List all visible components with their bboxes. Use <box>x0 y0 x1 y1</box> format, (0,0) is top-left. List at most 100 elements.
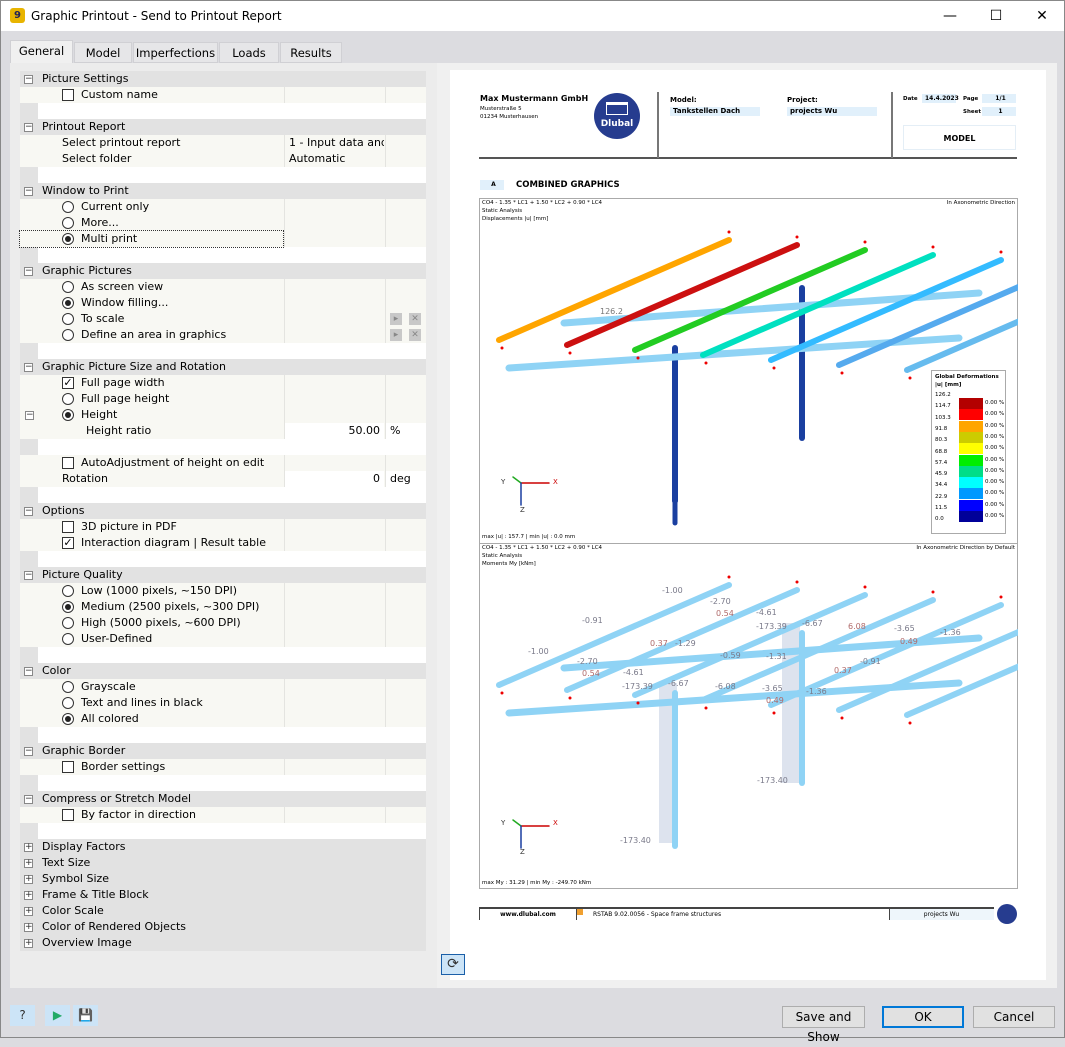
collapse-icon[interactable]: − <box>24 795 33 804</box>
ok-button[interactable]: OK <box>882 1006 964 1028</box>
item-value[interactable]: 50.00 <box>284 423 384 439</box>
collapse-icon[interactable]: − <box>24 187 33 196</box>
collapse-icon[interactable]: − <box>24 75 33 84</box>
tree-group-header[interactable]: − Compress or Stretch Model <box>20 791 426 807</box>
tree-item[interactable]: To scale ▸ ✕ <box>20 311 426 327</box>
tree-item[interactable]: User-Defined <box>20 631 426 647</box>
tree-item[interactable]: More... <box>20 215 426 231</box>
tree-group-header[interactable]: + Color of Rendered Objects <box>20 919 426 935</box>
tree-group-header[interactable]: + Display Factors <box>20 839 426 855</box>
expand-icon[interactable]: + <box>24 859 33 868</box>
tab-general[interactable]: General <box>10 40 73 64</box>
tree-group-header[interactable]: − Printout Report <box>20 119 426 135</box>
collapse-icon[interactable]: − <box>24 123 33 132</box>
radio-button[interactable] <box>62 633 74 645</box>
tree-group-header[interactable]: + Frame & Title Block <box>20 887 426 903</box>
tree-item[interactable]: Define an area in graphics ▸ ✕ <box>20 327 426 343</box>
radio-button[interactable] <box>62 601 74 613</box>
radio-button[interactable] <box>62 393 74 405</box>
tree-group-header[interactable]: − Options <box>20 503 426 519</box>
tree-group-header[interactable]: − Window to Print <box>20 183 426 199</box>
refresh-icon[interactable]: ⟳ <box>441 954 465 975</box>
checkbox[interactable] <box>62 809 74 821</box>
tree-item[interactable]: ✓ Interaction diagram | Result table <box>20 535 426 551</box>
tree-group-header[interactable]: + Overview Image <box>20 935 426 951</box>
collapse-icon[interactable]: − <box>24 667 33 676</box>
tree-group-header[interactable]: − Graphic Pictures <box>20 263 426 279</box>
tree-item[interactable]: Rotation 0 deg <box>20 471 426 487</box>
radio-button[interactable] <box>62 217 74 229</box>
tree-group-header[interactable]: + Color Scale <box>20 903 426 919</box>
collapse-icon[interactable]: − <box>24 267 33 276</box>
clear-icon[interactable]: ✕ <box>409 313 421 325</box>
tree-item[interactable]: ✓ Full page width <box>20 375 426 391</box>
cancel-button[interactable]: Cancel <box>973 1006 1055 1028</box>
tree-item[interactable]: Medium (2500 pixels, ~300 DPI) <box>20 599 426 615</box>
radio-button[interactable] <box>62 585 74 597</box>
expand-icon[interactable]: + <box>24 907 33 916</box>
tree-item[interactable]: Full page height <box>20 391 426 407</box>
tree-item[interactable]: Select folder Automatic <box>20 151 426 167</box>
collapse-icon[interactable]: − <box>25 411 34 420</box>
radio-button[interactable] <box>62 201 74 213</box>
item-value[interactable]: 1 - Input data and Inter... <box>284 135 384 151</box>
item-value[interactable]: Automatic <box>284 151 384 167</box>
checkbox[interactable]: ✓ <box>62 537 74 549</box>
checkbox[interactable] <box>62 89 74 101</box>
radio-button[interactable] <box>62 713 74 725</box>
pick-icon[interactable]: ▸ <box>390 313 402 325</box>
tree-item[interactable]: − Height <box>20 407 426 423</box>
expand-icon[interactable]: + <box>24 875 33 884</box>
checkbox[interactable] <box>62 761 74 773</box>
tab-model[interactable]: Model <box>74 42 132 63</box>
maximize-button[interactable]: ☐ <box>973 1 1019 32</box>
clear-icon[interactable]: ✕ <box>409 329 421 341</box>
expand-icon[interactable]: + <box>24 939 33 948</box>
radio-button[interactable] <box>62 297 74 309</box>
save-and-show-button[interactable]: Save and Show <box>782 1006 865 1044</box>
pick-icon[interactable]: ▸ <box>390 329 402 341</box>
tree-item[interactable]: Select printout report 1 - Input data and… <box>20 135 426 151</box>
tree-group-header[interactable]: − Color <box>20 663 426 679</box>
radio-button[interactable] <box>62 281 74 293</box>
tree-group-header[interactable]: − Graphic Border <box>20 743 426 759</box>
tab-loads[interactable]: Loads <box>219 42 279 63</box>
close-button[interactable]: ✕ <box>1019 1 1065 32</box>
radio-button[interactable] <box>62 681 74 693</box>
help-icon[interactable]: ? <box>10 1005 35 1026</box>
tree-item[interactable]: High (5000 pixels, ~600 DPI) <box>20 615 426 631</box>
radio-button[interactable] <box>62 697 74 709</box>
checkbox[interactable] <box>62 457 74 469</box>
expand-icon[interactable]: + <box>24 843 33 852</box>
tree-item[interactable]: Text and lines in black <box>20 695 426 711</box>
radio-button[interactable] <box>62 617 74 629</box>
tree-item[interactable]: AutoAdjustment of height on edit <box>20 455 426 471</box>
collapse-icon[interactable]: − <box>24 747 33 756</box>
tree-group-header[interactable]: − Picture Quality <box>20 567 426 583</box>
save-settings-icon[interactable]: 💾 <box>73 1005 98 1026</box>
tab-imperfections[interactable]: Imperfections <box>133 42 218 63</box>
tree-item[interactable]: Multi print <box>19 230 426 248</box>
tree-item[interactable]: Low (1000 pixels, ~150 DPI) <box>20 583 426 599</box>
tree-group-header[interactable]: − Graphic Picture Size and Rotation <box>20 359 426 375</box>
checkbox[interactable]: ✓ <box>62 377 74 389</box>
tree-item[interactable]: All colored <box>20 711 426 727</box>
expand-icon[interactable]: + <box>24 891 33 900</box>
collapse-icon[interactable]: − <box>24 571 33 580</box>
tree-group-header[interactable]: − Picture Settings <box>20 71 426 87</box>
radio-button[interactable] <box>62 409 74 421</box>
checkbox[interactable] <box>62 521 74 533</box>
item-value[interactable]: 0 <box>284 471 384 487</box>
expand-icon[interactable]: + <box>24 923 33 932</box>
tree-item[interactable]: Grayscale <box>20 679 426 695</box>
radio-button[interactable] <box>62 329 74 341</box>
tree-group-header[interactable]: + Text Size <box>20 855 426 871</box>
tree-item[interactable]: As screen view <box>20 279 426 295</box>
radio-button[interactable] <box>62 313 74 325</box>
minimize-button[interactable]: — <box>927 1 973 32</box>
export-icon[interactable]: ▶ <box>45 1005 70 1026</box>
tree-item[interactable]: Current only <box>20 199 426 215</box>
tree-group-header[interactable]: + Symbol Size <box>20 871 426 887</box>
tree-item[interactable]: Border settings <box>20 759 426 775</box>
collapse-icon[interactable]: − <box>24 507 33 516</box>
